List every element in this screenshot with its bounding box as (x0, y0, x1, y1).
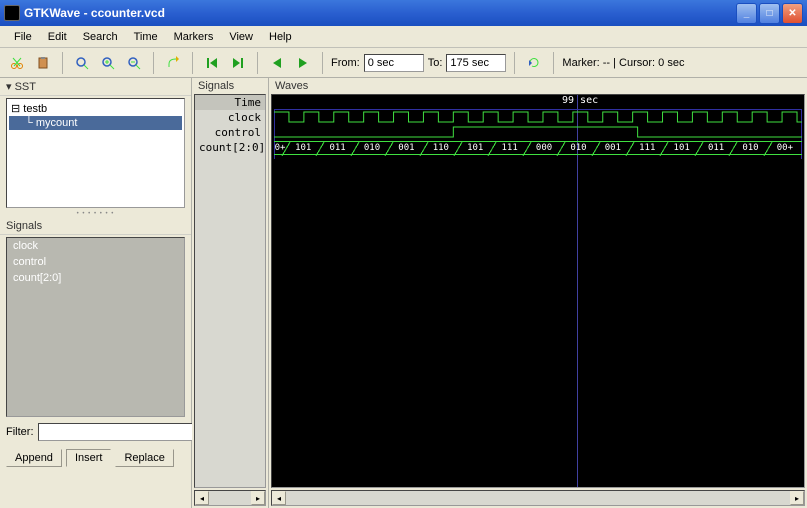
menu-time[interactable]: Time (126, 29, 166, 45)
window-controls: _ □ ✕ (736, 3, 803, 24)
scroll-right-icon[interactable]: ▸ (790, 491, 804, 505)
app-icon (4, 5, 20, 21)
waves-hscroll[interactable]: ◂ ▸ (271, 490, 805, 506)
signals-panel: Signals clock control count[2:0] (0, 218, 191, 419)
signal-item-clock[interactable]: clock (7, 238, 184, 254)
scroll-left-icon[interactable]: ◂ (195, 491, 209, 505)
signal-row-time[interactable]: Time (195, 95, 265, 110)
sst-header: ▾ SST (0, 78, 191, 96)
count-segment: 00+ (768, 141, 802, 155)
wave-control (274, 126, 802, 138)
time-marker-label: 99 sec (562, 95, 598, 106)
scroll-right-icon[interactable]: ▸ (251, 491, 265, 505)
zoom-fit-icon[interactable] (71, 52, 93, 74)
main-area: ▾ SST ⊟ testb └ mycount • • • • • • • Si… (0, 78, 807, 508)
wave-clock (274, 111, 802, 123)
waves-header: Waves (269, 78, 807, 94)
maximize-button[interactable]: □ (759, 3, 780, 24)
menu-view[interactable]: View (221, 29, 261, 45)
tree-node-mycount[interactable]: └ mycount (9, 116, 182, 130)
filter-label: Filter: (6, 426, 34, 438)
minimize-button[interactable]: _ (736, 3, 757, 24)
signal-row-count[interactable]: count[2:0] (195, 140, 265, 155)
goto-end-icon[interactable] (227, 52, 249, 74)
signal-row-control[interactable]: control (195, 125, 265, 140)
insert-button[interactable]: Insert (66, 449, 112, 467)
menu-help[interactable]: Help (261, 29, 300, 45)
close-button[interactable]: ✕ (782, 3, 803, 24)
signal-names-column: Signals Time clock control count[2:0] ◂ … (192, 78, 269, 508)
signals-list[interactable]: clock control count[2:0] (6, 237, 185, 417)
toolbar: From: To: Marker: -- | Cursor: 0 sec (0, 48, 807, 78)
signal-names-header: Signals (192, 78, 268, 94)
signal-item-count[interactable]: count[2:0] (7, 270, 184, 286)
undo-icon[interactable] (162, 52, 184, 74)
menubar: File Edit Search Time Markers View Help (0, 26, 807, 48)
tree-node-root[interactable]: ⊟ testb (9, 101, 182, 116)
paste-icon[interactable] (32, 52, 54, 74)
filter-input[interactable] (38, 423, 217, 441)
waves-canvas[interactable]: 99 sec 0+1010110100011101011110000100011… (271, 94, 805, 488)
menu-search[interactable]: Search (75, 29, 126, 45)
goto-start-icon[interactable] (201, 52, 223, 74)
scroll-track[interactable] (286, 491, 790, 505)
prev-edge-icon[interactable] (266, 52, 288, 74)
wave-count: 0+10101101000111010111100001000111110101… (274, 141, 802, 155)
signal-item-control[interactable]: control (7, 254, 184, 270)
panel-splitter[interactable]: • • • • • • • (0, 210, 191, 218)
titlebar: GTKWave - ccounter.vcd _ □ ✕ (0, 0, 807, 26)
window-title: GTKWave - ccounter.vcd (24, 6, 736, 20)
scroll-track[interactable] (209, 491, 251, 505)
scroll-left-icon[interactable]: ◂ (272, 491, 286, 505)
zoom-in-icon[interactable] (97, 52, 119, 74)
menu-markers[interactable]: Markers (166, 29, 222, 45)
status-text: Marker: -- | Cursor: 0 sec (562, 57, 684, 69)
next-edge-icon[interactable] (292, 52, 314, 74)
menu-edit[interactable]: Edit (40, 29, 75, 45)
append-button[interactable]: Append (6, 449, 62, 467)
filter-row: Filter: (0, 419, 191, 445)
zoom-out-icon[interactable] (123, 52, 145, 74)
to-label: To: (428, 57, 443, 69)
signal-row-clock[interactable]: clock (195, 110, 265, 125)
waves-column: Waves 99 sec 0+1010110100011101011110000… (269, 78, 807, 508)
reload-icon[interactable] (523, 52, 545, 74)
replace-button[interactable]: Replace (115, 449, 173, 467)
cut-icon[interactable] (6, 52, 28, 74)
button-row: Append Insert Replace (0, 445, 191, 471)
left-panel: ▾ SST ⊟ testb └ mycount • • • • • • • Si… (0, 78, 192, 508)
menu-file[interactable]: File (6, 29, 40, 45)
signal-names-body: Time clock control count[2:0] (194, 94, 266, 488)
from-input[interactable] (364, 54, 424, 72)
from-label: From: (331, 57, 360, 69)
signals-hscroll[interactable]: ◂ ▸ (194, 490, 266, 506)
signals-panel-header: Signals (0, 218, 191, 235)
sst-tree[interactable]: ⊟ testb └ mycount (6, 98, 185, 208)
to-input[interactable] (446, 54, 506, 72)
